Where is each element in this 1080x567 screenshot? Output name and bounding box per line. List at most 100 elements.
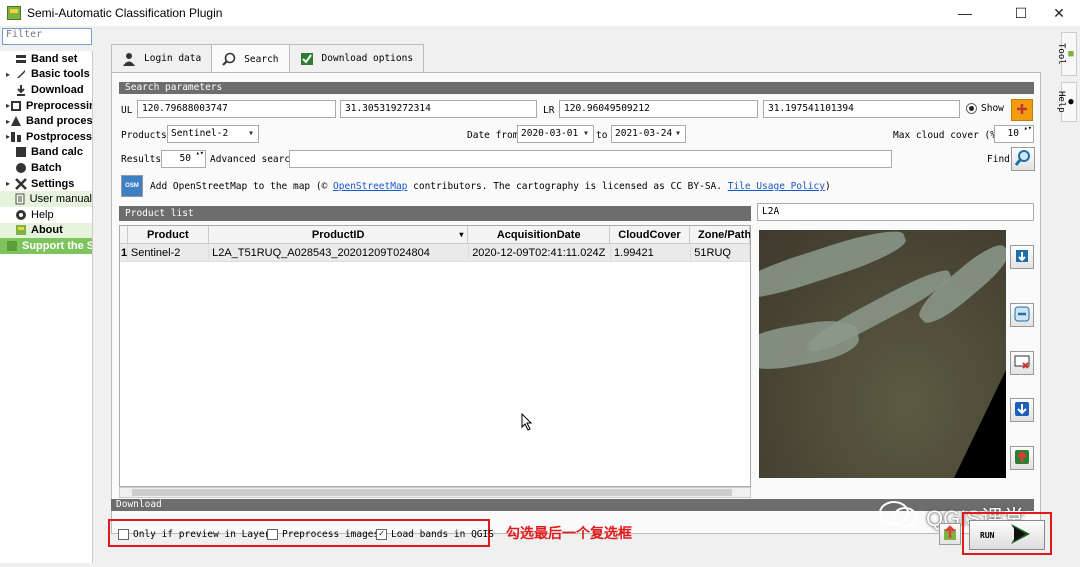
search-icon [222, 52, 236, 66]
advanced-search-input[interactable] [289, 150, 892, 168]
checkbox-indicator: ✓ [376, 529, 387, 540]
product-preview-image [759, 230, 1006, 478]
checkbox-indicator [267, 529, 278, 540]
sidebar-item-band-set[interactable]: Band set [0, 51, 92, 67]
col-product-id[interactable]: ProductID ▾ [209, 226, 469, 243]
sidebar-item-help[interactable]: Help [0, 207, 92, 223]
filter-input[interactable]: Filter [2, 28, 92, 45]
annotation-text: 勾选最后一个复选框 [506, 525, 632, 541]
ul-label: UL [121, 105, 133, 116]
settings-icon [14, 177, 27, 190]
results-label: Results [121, 154, 162, 165]
col-cloud-cover[interactable]: CloudCover [610, 226, 690, 243]
add-preview-button[interactable] [1010, 245, 1034, 269]
sidebar-item-postprocessing[interactable]: ▸Postprocessing [0, 129, 92, 145]
arrow-up-icon [1014, 449, 1030, 468]
table-header: Product ProductID ▾ AcquisitionDate Cloud… [120, 226, 750, 244]
scrollbar-thumb[interactable] [132, 489, 732, 496]
cell-acquisition-date[interactable]: 2020-12-09T02:41:11.024Z [469, 244, 612, 261]
cell-product-id[interactable]: L2A_T51RUQ_A028543_20201209T024804 [209, 244, 470, 261]
help-dock-tab[interactable]: ● Help [1056, 82, 1077, 122]
date-from-input[interactable]: 2020-03-01 [517, 125, 594, 143]
search-parameters-header: Search parameters [119, 82, 1034, 94]
osm-button[interactable]: OSM [121, 175, 143, 197]
results-spinner[interactable]: 50 [161, 149, 206, 168]
sidebar-item-support[interactable]: Support the SCP [0, 238, 92, 254]
add-area-button[interactable] [1011, 99, 1033, 121]
sidebar-item-basic-tools[interactable]: ▸ Basic tools [0, 67, 92, 83]
sidebar-item-user-manual[interactable]: User manual [0, 191, 92, 207]
sidebar: Band set ▸ Basic tools Download ▸ Preproce… [0, 51, 93, 563]
sidebar-item-preprocessing[interactable]: ▸Preprocessing [0, 98, 92, 114]
checkbox-indicator [118, 529, 129, 540]
support-icon [6, 240, 18, 252]
arrow-down-icon [1014, 401, 1030, 420]
remove-row-button[interactable] [1010, 303, 1034, 327]
close-button[interactable]: ✕ [1036, 0, 1080, 26]
osm-link[interactable]: OpenStreetMap [333, 181, 407, 192]
table-horizontal-scrollbar[interactable] [119, 487, 751, 498]
tab-download-options[interactable]: Download options [288, 44, 425, 72]
import-up-button[interactable] [1010, 446, 1034, 470]
cell-product[interactable]: Sentinel-2 [128, 244, 210, 261]
to-label: to [596, 130, 608, 141]
lr-y-input[interactable]: 31.197541101394 [763, 100, 960, 118]
date-to-input[interactable]: 2021-03-24 [611, 125, 686, 143]
load-bands-checkbox[interactable]: ✓ Load bands in QGIS [376, 529, 494, 540]
advanced-search-label: Advanced search [210, 154, 296, 165]
col-product[interactable]: Product [128, 226, 209, 243]
save-download-button[interactable] [939, 523, 961, 545]
clear-table-icon [1014, 354, 1030, 373]
cell-cloud-cover[interactable]: 1.99421 [611, 244, 692, 261]
sidebar-item-band-processing[interactable]: ▸Band processing [0, 113, 92, 129]
window-title: Semi-Automatic Classification Plugin [27, 6, 223, 20]
lr-x-input[interactable]: 120.96049509212 [559, 100, 758, 118]
run-arrow-icon [1008, 522, 1034, 548]
search-panel: Search parameters UL 120.79688003747 31.… [111, 72, 1041, 534]
batch-icon [14, 162, 27, 174]
lr-label: LR [543, 105, 555, 116]
export-down-button[interactable] [1010, 398, 1034, 422]
sidebar-item-download[interactable]: Download [0, 82, 92, 98]
col-zone-path[interactable]: Zone/Path [690, 226, 750, 243]
max-cloud-spinner[interactable]: 10 [994, 124, 1034, 143]
main-area: Login data Search Download options Searc… [103, 44, 1047, 544]
title-bar: Semi-Automatic Classification Plugin — ☐… [0, 0, 1080, 26]
band-processing-icon [10, 115, 22, 127]
mouse-cursor-icon [521, 413, 533, 431]
products-select[interactable]: Sentinel-2 [167, 125, 259, 143]
table-row[interactable]: 1 Sentinel-2 L2A_T51RUQ_A028543_20201209… [120, 244, 750, 262]
table-corner [120, 226, 128, 243]
run-button[interactable]: RUN [969, 520, 1045, 550]
find-label: Find [987, 154, 1010, 165]
cell-zone-path[interactable]: 51RUQ [691, 244, 750, 261]
product-list-header: Product list [119, 206, 751, 221]
preprocess-images-checkbox[interactable]: Preprocess images [267, 529, 379, 540]
sidebar-item-about[interactable]: About [0, 222, 92, 239]
tool-dock-tab[interactable]: ■ Tool [1056, 32, 1077, 76]
export-up-icon [943, 524, 957, 544]
col-acquisition-date[interactable]: AcquisitionDate [468, 226, 610, 243]
product-filter-input[interactable]: L2A [757, 203, 1034, 221]
minimize-button[interactable]: — [942, 0, 988, 26]
ul-y-input[interactable]: 31.305319272314 [340, 100, 537, 118]
run-highlight: RUN [962, 512, 1052, 555]
sidebar-item-band-calc[interactable]: Band calc [0, 145, 92, 161]
ul-x-input[interactable]: 120.79688003747 [137, 100, 336, 118]
osm-text: Add OpenStreetMap to the map (© OpenStre… [150, 181, 831, 192]
tab-search[interactable]: Search [211, 44, 290, 73]
sidebar-item-settings[interactable]: ▸ Settings [0, 176, 92, 192]
show-radio[interactable]: Show [966, 103, 1004, 114]
clear-table-button[interactable] [1010, 351, 1034, 375]
download-options-highlight: Only if preview in Layers Preprocess ima… [108, 519, 494, 547]
tab-login-data[interactable]: Login data [111, 44, 213, 72]
tab-bar: Login data Search Download options [111, 44, 425, 73]
find-button[interactable] [1011, 147, 1035, 171]
date-from-label: Date from [467, 130, 519, 141]
about-icon [14, 224, 27, 236]
user-icon [122, 52, 136, 66]
only-preview-checkbox[interactable]: Only if preview in Layers [118, 529, 276, 540]
tile-usage-policy-link[interactable]: Tile Usage Policy [728, 181, 825, 192]
sidebar-item-batch[interactable]: Batch [0, 160, 92, 176]
sort-indicator-icon: ▾ [459, 230, 464, 239]
